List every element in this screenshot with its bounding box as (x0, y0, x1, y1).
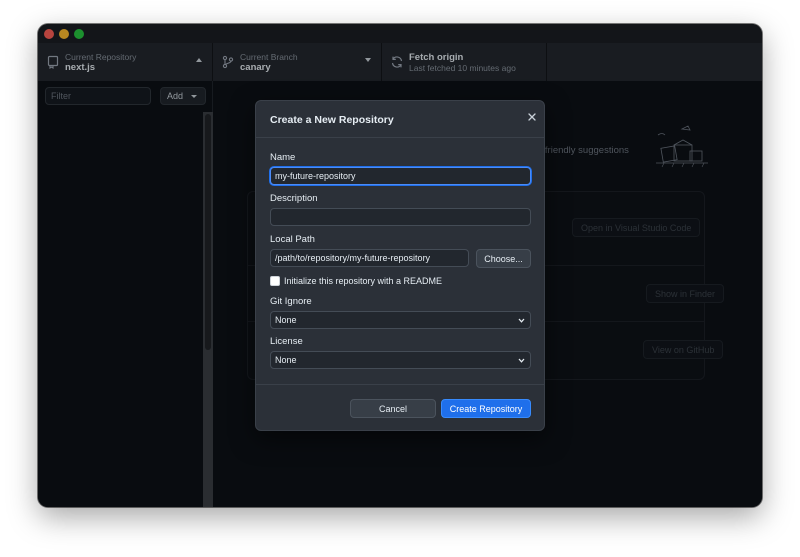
gitignore-select[interactable]: None (270, 311, 531, 329)
choose-path-button[interactable]: Choose... (476, 249, 531, 268)
gitignore-label: Git Ignore (270, 296, 312, 307)
local-path-label: Local Path (270, 234, 315, 245)
readme-checkbox[interactable] (270, 276, 280, 286)
create-repository-button[interactable]: Create Repository (441, 399, 531, 418)
app-window: Current Repository next.js Current Branc… (38, 24, 762, 507)
close-icon[interactable] (526, 111, 538, 123)
dialog-header: Create a New Repository (256, 101, 544, 138)
dialog-title: Create a New Repository (270, 114, 394, 126)
license-label: License (270, 336, 303, 347)
name-input[interactable]: my-future-repository (270, 167, 531, 185)
readme-checkbox-label[interactable]: Initialize this repository with a README (284, 276, 442, 286)
name-label: Name (270, 152, 296, 163)
description-input[interactable] (270, 208, 531, 226)
dialog-footer-divider (256, 384, 544, 385)
description-label: Description (270, 193, 318, 204)
cancel-button[interactable]: Cancel (350, 399, 436, 418)
local-path-input[interactable]: /path/to/repository/my-future-repository (270, 249, 469, 267)
gitignore-value: None (275, 315, 297, 325)
chevron-down-icon (518, 358, 525, 363)
create-repository-dialog: Create a New Repository Name my-future-r… (255, 100, 545, 431)
license-value: None (275, 355, 297, 365)
chevron-down-icon (518, 318, 525, 323)
license-select[interactable]: None (270, 351, 531, 369)
